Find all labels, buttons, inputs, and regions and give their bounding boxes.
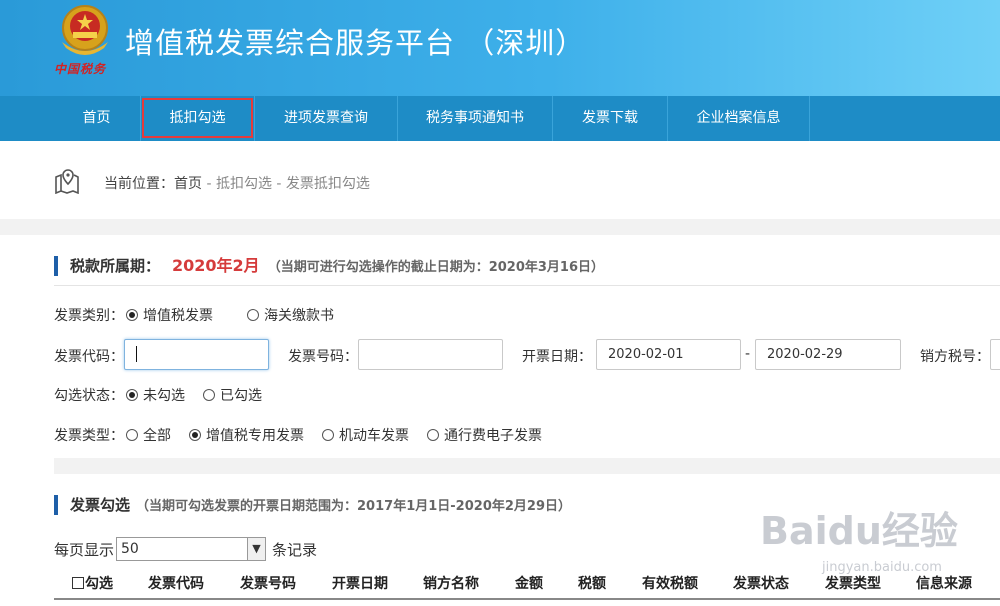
divider-band <box>0 219 1000 235</box>
breadcrumb-prefix: 当前位置： <box>104 176 174 192</box>
radio-label: 增值税专用发票 <box>206 428 304 444</box>
column-header-seller-name: 销方名称 <box>423 576 479 592</box>
tax-period-heading: 税款所属期： 2020年2月 （当期可进行勾选操作的截止日期为：2020年3月16日… <box>54 256 604 276</box>
nav-item-input-invoice-query[interactable]: 进项发票查询 <box>255 96 398 141</box>
invoice-select-range-note: （当期可勾选发票的开票日期范围为：2017年1月1日-2020年2月29日） <box>136 499 572 514</box>
radio-unchecked[interactable]: 未勾选 <box>126 385 185 405</box>
page-size-control: 每页显示 50 ▼ 条记录 <box>54 537 317 561</box>
baidu-watermark-url: jingyan.baidu.com <box>822 560 942 575</box>
radio-vat-special[interactable]: 增值税专用发票 <box>189 425 304 445</box>
column-header-issue-date: 开票日期 <box>332 576 388 592</box>
radio-label: 已勾选 <box>220 388 262 404</box>
radio-unselected-icon <box>427 429 439 441</box>
nav-item-tax-notice[interactable]: 税务事项通知书 <box>398 96 553 141</box>
radio-checked[interactable]: 已勾选 <box>203 385 262 405</box>
breadcrumb-current: 发票抵扣勾选 <box>285 176 370 192</box>
date-range-separator: - <box>745 346 751 362</box>
radio-selected-icon <box>189 429 201 441</box>
invoice-select-title: 发票勾选 <box>70 496 131 514</box>
invoice-code-input[interactable] <box>124 339 269 370</box>
radio-label: 增值税发票 <box>143 308 213 324</box>
invoice-type-label: 发票类型： <box>54 428 124 444</box>
nav-item-label: 进项发票查询 <box>284 110 368 126</box>
radio-unselected-icon <box>203 389 215 401</box>
main-nav: 首页 抵扣勾选 进项发票查询 税务事项通知书 发票下载 企业档案信息 <box>0 96 1000 141</box>
breadcrumb-home-link[interactable]: 首页 <box>174 176 202 192</box>
radio-label: 全部 <box>143 428 171 444</box>
site-header: 中国税务 增值税发票综合服务平台 （深圳） <box>0 0 1000 96</box>
column-header-tax: 税额 <box>578 576 606 592</box>
column-header-amount: 金额 <box>515 576 543 592</box>
column-header-effective-tax: 有效税额 <box>642 576 698 592</box>
invoice-number-label: 发票号码： <box>288 349 358 365</box>
nav-item-home[interactable]: 首页 <box>53 96 141 141</box>
radio-unselected-icon <box>126 429 138 441</box>
seller-tax-id-label: 销方税号： <box>920 349 990 365</box>
radio-label: 通行费电子发票 <box>444 428 542 444</box>
nav-item-label: 首页 <box>82 110 111 126</box>
column-header-invoice-code: 发票代码 <box>148 576 204 592</box>
invoice-select-heading: 发票勾选 （当期可勾选发票的开票日期范围为：2017年1月1日-2020年2月29… <box>54 495 571 515</box>
logo-text: 中国税务 <box>54 62 107 76</box>
tax-period-label: 税款所属期： <box>70 257 161 275</box>
page-size-value: 50 <box>121 541 139 557</box>
page-size-select[interactable]: 50 ▼ <box>116 537 267 561</box>
nav-item-deduction-select[interactable]: 抵扣勾选 <box>141 96 255 141</box>
invoice-category-row: 发票类别： 增值税发票 海关缴款书 <box>54 305 334 325</box>
location-map-icon <box>55 169 79 194</box>
date-to-input[interactable]: 2020-02-29 <box>755 339 901 370</box>
radio-label: 未勾选 <box>143 388 185 404</box>
radio-unselected-icon <box>247 309 259 321</box>
page-size-suffix: 条记录 <box>272 540 318 559</box>
date-from-input[interactable]: 2020-02-01 <box>596 339 741 370</box>
radio-unselected-icon <box>322 429 334 441</box>
radio-selected-icon <box>126 389 138 401</box>
column-header-label: 勾选 <box>85 576 113 592</box>
nav-item-invoice-download[interactable]: 发票下载 <box>553 96 668 141</box>
invoice-number-input[interactable] <box>358 339 503 370</box>
page-size-prefix: 每页显示 <box>54 540 115 559</box>
breadcrumb-separator: - <box>202 176 216 192</box>
radio-customs-payment[interactable]: 海关缴款书 <box>247 305 334 325</box>
select-all-checkbox[interactable] <box>72 577 84 589</box>
nav-item-enterprise-info[interactable]: 企业档案信息 <box>668 96 810 141</box>
divider-band <box>54 458 1000 474</box>
nav-item-label: 发票下载 <box>582 110 638 126</box>
radio-motor-vehicle[interactable]: 机动车发票 <box>322 425 409 445</box>
invoice-code-label: 发票代码： <box>54 349 124 365</box>
divider <box>54 285 1000 286</box>
radio-label: 机动车发票 <box>339 428 409 444</box>
tax-period-value: 2020年2月 <box>172 256 260 275</box>
text-cursor <box>136 346 137 362</box>
column-header-select[interactable]: 勾选 <box>72 573 113 593</box>
nav-item-label: 税务事项通知书 <box>426 110 524 126</box>
seller-tax-id-input[interactable] <box>990 339 1000 370</box>
breadcrumb-separator: - <box>271 176 286 192</box>
page-title: 增值税发票综合服务平台 （深圳） <box>125 26 586 60</box>
breadcrumb: 当前位置：首页 - 抵扣勾选 - 发票抵扣勾选 <box>0 141 1000 219</box>
breadcrumb-level2-link[interactable]: 抵扣勾选 <box>216 176 272 192</box>
radio-vat-invoice[interactable]: 增值税发票 <box>126 305 213 325</box>
tax-emblem-icon <box>62 5 108 55</box>
check-status-row: 勾选状态： 未勾选 已勾选 <box>54 385 262 405</box>
tax-period-deadline-note: （当期可进行勾选操作的截止日期为：2020年3月16日） <box>267 260 605 275</box>
breadcrumb-text: 当前位置：首页 - 抵扣勾选 - 发票抵扣勾选 <box>104 173 370 193</box>
nav-item-label: 抵扣勾选 <box>142 98 253 138</box>
invoice-type-row: 发票类型： 全部 增值税专用发票 机动车发票 通行费电子发票 <box>54 425 542 445</box>
nav-item-label: 企业档案信息 <box>696 110 781 126</box>
radio-all[interactable]: 全部 <box>126 425 171 445</box>
radio-selected-icon <box>126 309 138 321</box>
radio-toll-e-invoice[interactable]: 通行费电子发票 <box>427 425 542 445</box>
chevron-down-icon[interactable]: ▼ <box>247 538 266 560</box>
issue-date-label: 开票日期： <box>522 349 592 365</box>
invoice-category-label: 发票类别： <box>54 308 124 324</box>
column-header-invoice-number: 发票号码 <box>240 576 296 592</box>
radio-label: 海关缴款书 <box>264 308 334 324</box>
check-status-label: 勾选状态： <box>54 388 124 404</box>
